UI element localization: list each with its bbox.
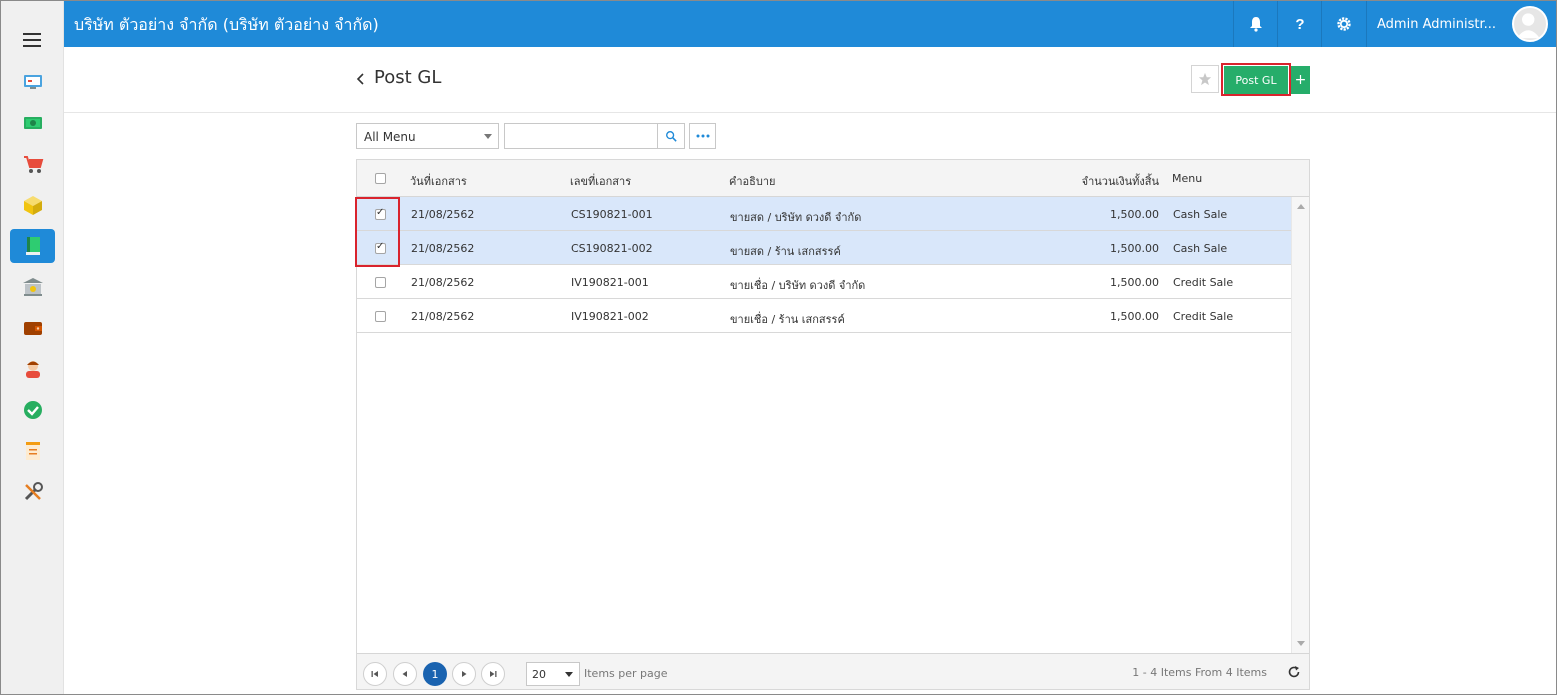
wallet-icon[interactable] [10, 311, 55, 345]
cell-doc-date: 21/08/2562 [411, 276, 475, 289]
post-gl-highlight-frame [1221, 63, 1291, 96]
refresh-icon[interactable] [1287, 665, 1301, 679]
cell-menu: Credit Sale [1173, 310, 1234, 323]
cell-amount: 1,500.00 [1110, 310, 1159, 323]
people-icon[interactable] [10, 352, 55, 386]
svg-text:?: ? [1295, 16, 1304, 32]
cell-amount: 1,500.00 [1110, 208, 1159, 221]
page-size-select[interactable]: 20 [526, 662, 580, 686]
menu-filter-select[interactable]: All Menu [356, 123, 499, 149]
current-page-button[interactable]: 1 [423, 662, 447, 686]
avatar[interactable] [1512, 6, 1548, 42]
first-page-icon[interactable] [363, 662, 387, 686]
box-icon[interactable] [10, 188, 55, 222]
cell-doc-date: 21/08/2562 [411, 242, 475, 255]
column-header-doc-date[interactable]: วันที่เอกสาร [410, 172, 467, 190]
bank-icon[interactable] [10, 270, 55, 304]
cell-doc-date: 21/08/2562 [411, 208, 475, 221]
search-icon[interactable] [657, 123, 685, 149]
user-menu[interactable]: Admin Administr... [1366, 1, 1556, 47]
ledger-icon[interactable] [10, 229, 55, 263]
scroll-down-icon[interactable] [1297, 641, 1305, 646]
chevron-down-icon [484, 134, 492, 139]
report-icon[interactable] [10, 434, 55, 468]
prev-page-icon[interactable] [393, 662, 417, 686]
favorite-star-icon[interactable] [1191, 65, 1219, 93]
cell-amount: 1,500.00 [1110, 276, 1159, 289]
cell-description: ขายเชื่อ / บริษัท ดวงดี จำกัด [730, 279, 866, 292]
money-icon[interactable] [10, 106, 55, 140]
cell-amount: 1,500.00 [1110, 242, 1159, 255]
row-checkbox[interactable] [375, 277, 386, 288]
scroll-up-icon[interactable] [1297, 204, 1305, 209]
pager-info: 1 - 4 Items From 4 Items [1132, 666, 1267, 679]
more-options-icon[interactable] [689, 123, 716, 149]
cell-menu: Credit Sale [1173, 276, 1234, 289]
page-title: Post GL [374, 67, 442, 88]
cell-doc-no: CS190821-002 [571, 242, 653, 255]
cell-doc-no: IV190821-001 [571, 276, 649, 289]
cell-description: ขายสด / บริษัท ดวงดี จำกัด [730, 211, 862, 224]
back-icon[interactable] [354, 69, 368, 89]
tools-icon[interactable] [10, 475, 55, 509]
select-all-checkbox[interactable] [375, 173, 386, 184]
column-header-doc-no[interactable]: เลขที่เอกสาร [570, 172, 631, 190]
cell-doc-no: CS190821-001 [571, 208, 653, 221]
cell-menu: Cash Sale [1173, 208, 1228, 221]
add-button[interactable]: + [1291, 66, 1310, 94]
chevron-down-icon [565, 672, 573, 677]
cell-menu: Cash Sale [1173, 242, 1228, 255]
row-checkbox[interactable] [375, 311, 386, 322]
cart-icon[interactable] [10, 147, 55, 181]
page-size-value: 20 [532, 668, 546, 681]
column-header-total-amount[interactable]: จำนวนเงินทั้งสิ้น [1082, 172, 1159, 190]
sidebar [1, 1, 64, 694]
checkbox-highlight-frame [355, 197, 400, 267]
pager: 1 20 Items per page 1 - 4 Items From 4 I… [357, 653, 1309, 689]
vertical-scrollbar[interactable] [1291, 197, 1309, 653]
cell-description: ขายสด / ร้าน เสกสรรค์ [730, 245, 841, 258]
page-header: Post GL Post GL + [64, 47, 1556, 113]
hamburger-menu-icon[interactable] [23, 33, 41, 47]
items-per-page-label: Items per page [584, 667, 668, 680]
cell-description: ขายเชื่อ / ร้าน เสกสรรค์ [730, 313, 845, 326]
cell-doc-no: IV190821-002 [571, 310, 649, 323]
table-row[interactable]: 21/08/2562 IV190821-002 ขายเชื่อ / ร้าน … [357, 299, 1291, 333]
table-row[interactable]: 21/08/2562 CS190821-002 ขายสด / ร้าน เสก… [357, 231, 1291, 265]
user-name: Admin Administr... [1377, 17, 1497, 32]
bell-icon[interactable] [1233, 1, 1277, 47]
help-icon[interactable]: ? [1277, 1, 1321, 47]
top-bar: บริษัท ตัวอย่าง จำกัด (บริษัท ตัวอย่าง จ… [64, 1, 1556, 47]
column-header-menu[interactable]: Menu [1172, 172, 1202, 185]
company-name: บริษัท ตัวอย่าง จำกัด (บริษัท ตัวอย่าง จ… [74, 15, 379, 34]
cell-doc-date: 21/08/2562 [411, 310, 475, 323]
menu-filter-value: All Menu [364, 130, 416, 144]
grid-header: วันที่เอกสาร เลขที่เอกสาร คำอธิบาย จำนวน… [357, 160, 1309, 197]
document-grid: วันที่เอกสาร เลขที่เอกสาร คำอธิบาย จำนวน… [356, 159, 1310, 690]
last-page-icon[interactable] [481, 662, 505, 686]
search-input[interactable] [504, 123, 658, 149]
column-header-description[interactable]: คำอธิบาย [729, 172, 775, 190]
approve-icon[interactable] [10, 393, 55, 427]
dashboard-icon[interactable] [10, 65, 55, 99]
next-page-icon[interactable] [452, 662, 476, 686]
table-row[interactable]: 21/08/2562 IV190821-001 ขายเชื่อ / บริษั… [357, 265, 1291, 299]
table-row[interactable]: 21/08/2562 CS190821-001 ขายสด / บริษัท ด… [357, 197, 1291, 231]
settings-icon[interactable] [1321, 1, 1365, 47]
